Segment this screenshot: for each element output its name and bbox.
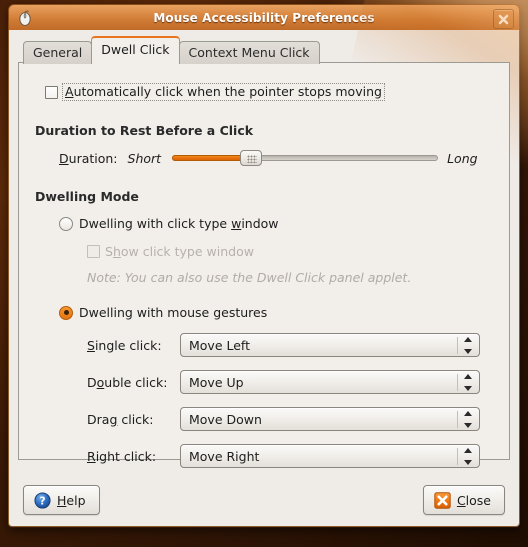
dialog-button-bar: ? Help Close [23, 484, 505, 516]
close-x-icon [434, 491, 451, 509]
help-button[interactable]: ? Help [23, 485, 100, 515]
show-click-type-window-checkbox [87, 245, 100, 258]
double-click-label: Double click: [87, 375, 180, 390]
chevron-up-icon [463, 374, 472, 379]
help-icon: ? [34, 491, 51, 509]
single-click-label-rest: ingle click: [94, 337, 162, 353]
chevron-down-icon [463, 349, 472, 354]
chevron-updown-icon[interactable] [462, 337, 473, 354]
duration-label: Duration: [59, 151, 118, 166]
window-titlebar[interactable]: Mouse Accessibility Preferences [8, 4, 520, 30]
dwelling-mode-heading: Dwelling Mode [35, 189, 139, 204]
drag-click-label-pre: Dra [87, 411, 110, 427]
combo-separator [457, 448, 458, 465]
drag-click-label: Drag click: [87, 412, 180, 427]
double-click-row: Double click: Move Up [87, 370, 495, 394]
show-click-type-window-label: Show click type window [105, 244, 254, 259]
close-mnemonic: C [456, 492, 466, 508]
drag-click-value: Move Down [189, 411, 262, 427]
auto-click-mnemonic: A [65, 84, 74, 99]
single-click-row: Single click: Move Left [87, 333, 495, 357]
svg-text:?: ? [39, 495, 45, 507]
duration-row: Duration: Short Long [59, 149, 495, 167]
right-click-mnemonic: R [87, 448, 96, 464]
duration-label-mnemonic: D [59, 150, 69, 166]
radio-ctw-label-b: indow [241, 216, 279, 231]
close-button-label: Close [457, 493, 491, 508]
help-mnemonic: H [57, 492, 67, 508]
duration-max-label: Long [447, 150, 478, 166]
chevron-updown-icon[interactable] [462, 411, 473, 428]
preferences-window: Mouse Accessibility Preferences General … [8, 4, 520, 528]
radio-ctw-label-a: Dwelling with click type [79, 216, 232, 231]
duration-section-heading: Duration to Rest Before a Click [35, 123, 254, 138]
close-button[interactable]: Close [422, 485, 505, 515]
double-click-label-pre: D [87, 374, 97, 390]
duration-slider[interactable] [172, 149, 439, 167]
chevron-down-icon [463, 423, 472, 428]
right-click-value: Move Right [189, 448, 260, 464]
drag-click-label-rest: click: [117, 411, 154, 427]
single-click-mnemonic: S [87, 337, 95, 353]
tab-context-menu-click[interactable]: Context Menu Click [178, 41, 320, 64]
duration-min-label: Short [127, 150, 162, 166]
tab-general[interactable]: General [23, 41, 93, 64]
single-click-value: Move Left [189, 337, 251, 353]
tab-dwell-click[interactable]: Dwell Click [91, 36, 180, 63]
tab-strip: General Dwell Click Context Menu Click [18, 36, 510, 64]
close-label-rest: lose [465, 492, 491, 508]
show-click-type-window-row: Show click type window [87, 244, 495, 259]
right-click-combobox[interactable]: Move Right [180, 444, 480, 468]
double-click-combobox[interactable]: Move Up [180, 370, 480, 394]
slider-fill [172, 155, 247, 161]
chevron-down-icon [463, 386, 472, 391]
radio-dwelling-mouse-gestures[interactable] [59, 305, 73, 320]
slider-handle[interactable] [240, 150, 263, 166]
drag-click-row: Drag click: Move Down [87, 407, 495, 431]
drag-click-combobox[interactable]: Move Down [180, 407, 480, 431]
chevron-up-icon [463, 448, 472, 453]
double-click-value: Move Up [189, 374, 244, 390]
desktop-background: Mouse Accessibility Preferences General … [0, 0, 528, 547]
auto-click-label-rest: utomatically click when the pointer stop… [73, 84, 382, 99]
help-label-rest: elp [66, 492, 86, 508]
show-ctw-mnemonic: h [112, 244, 121, 259]
single-click-label: Single click: [87, 338, 180, 353]
auto-click-checkbox[interactable] [45, 85, 58, 99]
radio-click-type-window-label[interactable]: Dwelling with click type window [79, 216, 279, 231]
chevron-up-icon [463, 337, 472, 342]
right-click-label-rest: ight click: [95, 448, 157, 464]
single-click-combobox[interactable]: Move Left [180, 333, 480, 357]
window-close-button[interactable] [493, 9, 514, 29]
window-title: Mouse Accessibility Preferences [153, 10, 375, 25]
radio-ctw-mnemonic: w [231, 216, 242, 231]
duration-label-rest: uration: [68, 150, 118, 166]
help-button-label: Help [57, 493, 86, 508]
dwell-click-panel: Automatically click when the pointer sto… [18, 62, 510, 468]
auto-click-row: Automatically click when the pointer sto… [45, 83, 495, 101]
radio-row-mouse-gestures: Dwelling with mouse gestures [59, 305, 495, 320]
combo-separator [457, 337, 458, 354]
chevron-updown-icon[interactable] [462, 374, 473, 391]
right-click-row: Right click: Move Right [87, 444, 495, 468]
right-click-label: Right click: [87, 449, 180, 464]
chevron-updown-icon[interactable] [462, 448, 473, 465]
combo-separator [457, 374, 458, 391]
window-body: General Dwell Click Context Menu Click A… [8, 30, 520, 527]
combo-separator [457, 411, 458, 428]
mouse-icon [16, 9, 34, 27]
auto-click-label[interactable]: Automatically click when the pointer sto… [62, 83, 385, 101]
show-ctw-label-b: ow click type window [120, 244, 254, 259]
chevron-up-icon [463, 411, 472, 416]
slider-grip [247, 155, 258, 163]
dwell-click-note: Note: You can also use the Dwell Click p… [87, 270, 412, 285]
double-click-label-rest: uble click: [104, 374, 168, 390]
radio-dwelling-click-type-window[interactable] [59, 216, 73, 231]
radio-row-click-type-window: Dwelling with click type window [59, 216, 495, 231]
show-ctw-label-a: S [105, 244, 113, 259]
radio-mouse-gestures-label[interactable]: Dwelling with mouse gestures [79, 305, 267, 320]
chevron-down-icon [463, 460, 472, 465]
